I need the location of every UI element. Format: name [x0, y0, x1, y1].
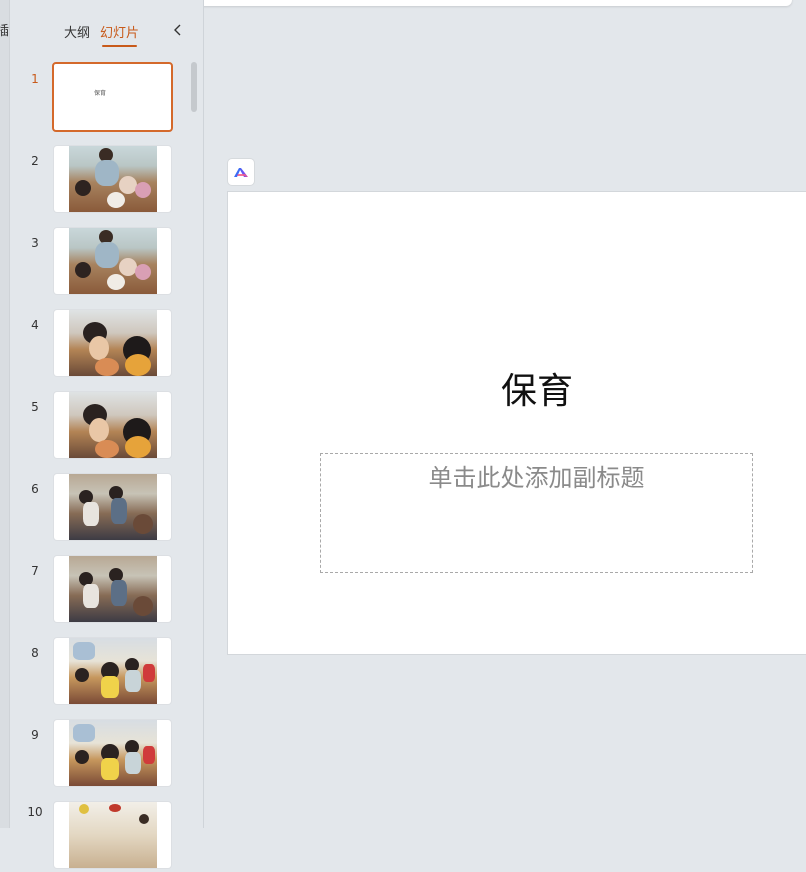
clipped-menu-char: 插: [0, 24, 10, 39]
tab-outline[interactable]: 大纲: [64, 22, 90, 41]
slide-thumbnail-7[interactable]: [54, 556, 171, 622]
slide-photo: [69, 556, 157, 622]
slide-thumbnail-row[interactable]: 1 保育: [10, 62, 190, 134]
ai-assistant-button[interactable]: [228, 159, 254, 185]
slide-thumbnail-row[interactable]: 8: [10, 638, 190, 708]
slide-number: 1: [31, 72, 39, 86]
slide-number: 2: [31, 154, 39, 168]
thumbnail-title: 保育: [94, 90, 107, 97]
subtitle-placeholder[interactable]: 单击此处添加副标题: [320, 453, 753, 573]
slide-number: 8: [31, 646, 39, 660]
slide-number: 4: [31, 318, 39, 332]
slide-thumbnail-row[interactable]: 2: [10, 146, 190, 216]
tab-slides[interactable]: 幻灯片: [100, 22, 139, 47]
slide-thumbnail-6[interactable]: [54, 474, 171, 540]
slide-thumbnail-row[interactable]: 3: [10, 228, 190, 298]
collapse-sidebar-button[interactable]: [170, 20, 186, 40]
chevron-left-icon: [174, 24, 181, 36]
slide-thumbnail-10[interactable]: [54, 802, 171, 868]
slide-thumbnail-8[interactable]: [54, 638, 171, 704]
left-panel-edge: [0, 0, 10, 828]
slide-number: 5: [31, 400, 39, 414]
slide-number: 7: [31, 564, 39, 578]
subtitle-placeholder-text: 单击此处添加副标题: [428, 464, 645, 492]
slide-thumbnail-4[interactable]: [54, 310, 171, 376]
slide-title[interactable]: 保育: [228, 362, 806, 414]
slide-thumbnail-row[interactable]: 7: [10, 556, 190, 626]
slide-thumbnail-2[interactable]: [54, 146, 171, 212]
slide-canvas[interactable]: 保育 单击此处添加副标题: [228, 192, 806, 654]
slide-photo: [69, 638, 157, 704]
slide-number: 9: [31, 728, 39, 742]
slide-thumbnail-row[interactable]: 10: [10, 802, 190, 872]
slide-thumbnail-row[interactable]: 9: [10, 720, 190, 790]
slide-number: 10: [27, 805, 43, 819]
slide-photo: [69, 474, 157, 540]
slide-thumbnail-5[interactable]: [54, 392, 171, 458]
slide-number: 6: [31, 482, 39, 496]
slide-photo: [69, 228, 157, 294]
ai-logo-icon: [234, 168, 248, 177]
sidebar-scrollbar[interactable]: [191, 62, 197, 112]
slide-thumbnail-1[interactable]: 保育: [52, 62, 173, 132]
slide-photo: [69, 146, 157, 212]
slide-photo: [69, 392, 157, 458]
slide-photo: [69, 310, 157, 376]
slide-thumbnail-row[interactable]: 5: [10, 392, 190, 462]
slide-photo: [69, 802, 157, 868]
slide-thumbnail-9[interactable]: [54, 720, 171, 786]
slide-sidebar: 大纲 幻灯片 1 保育 2 3 4 5 6 7 8 9 10: [10, 0, 204, 868]
slide-thumbnail-3[interactable]: [54, 228, 171, 294]
slide-thumbnail-row[interactable]: 4: [10, 310, 190, 380]
slide-thumbnail-row[interactable]: 6: [10, 474, 190, 544]
slide-photo: [69, 720, 157, 786]
slide-number: 3: [31, 236, 39, 250]
